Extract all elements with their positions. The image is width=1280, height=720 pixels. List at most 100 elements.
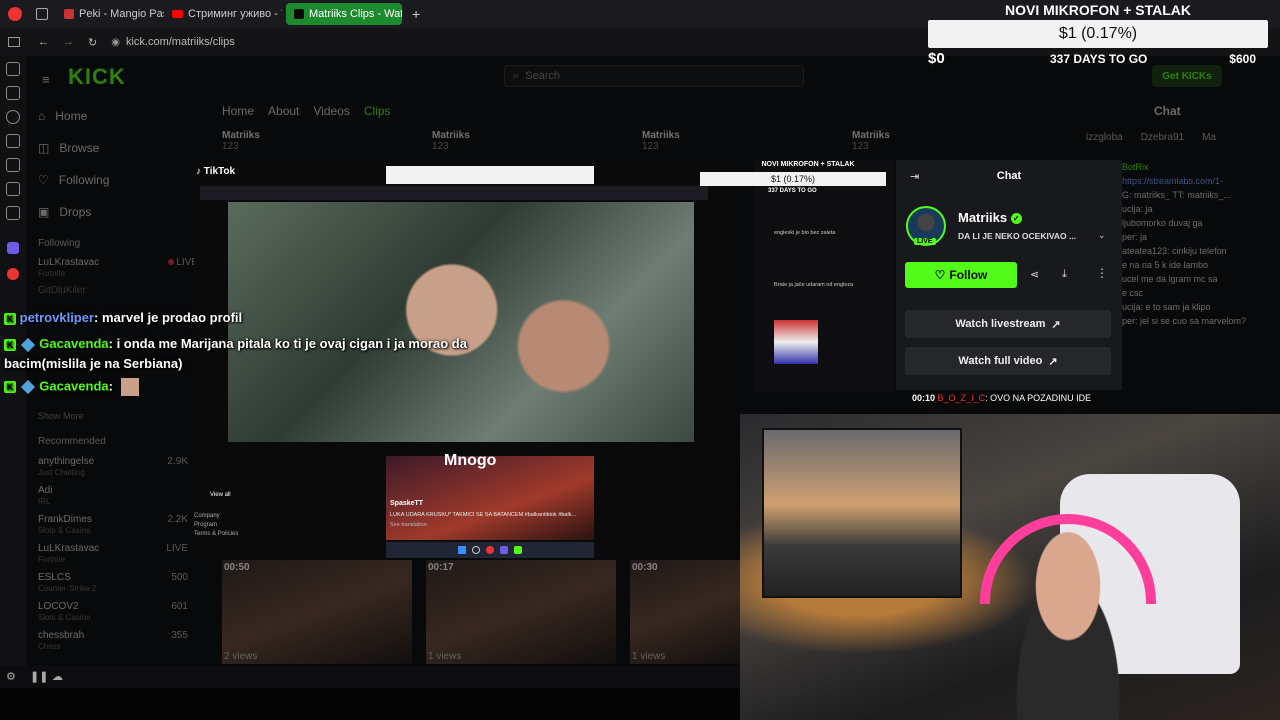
tab-clips[interactable]: Clips <box>364 104 391 118</box>
channel-name[interactable]: Matriiks ✓ <box>958 210 1022 225</box>
tab-label: Peki - Mangio Pasta feat. G <box>79 8 164 20</box>
tiktok-footer-links: Company Program Terms & Policies <box>194 513 239 537</box>
bookmarks-icon[interactable] <box>6 62 20 76</box>
share-icon[interactable]: ⋖ <box>1030 268 1039 281</box>
history-icon[interactable] <box>6 110 20 124</box>
tab-favicon-icon <box>64 9 74 19</box>
video-user: SpaskeTT <box>390 500 424 507</box>
tab-label: Стриминг уживо - YouTub <box>188 8 282 20</box>
tab-youtube[interactable]: Стриминг уживо - YouTub <box>164 3 282 25</box>
url-field[interactable]: kick.com/matriiks/clips <box>126 36 235 48</box>
clip-thumbnail[interactable]: 00:50 2 views <box>222 560 412 664</box>
tiling-icon[interactable]: ❚❚ <box>30 670 48 683</box>
nav-drops[interactable]: ▣ Drops <box>38 196 198 228</box>
stream-title: DA LI JE NEKO OCEKIVAO ... <box>958 231 1077 241</box>
tab-home[interactable]: Home <box>222 104 254 118</box>
windows-start-icon[interactable] <box>458 546 466 554</box>
overlay-chat-message: K Gacavenda: <box>4 378 304 396</box>
clip-thumbnail[interactable]: 00:30 1 views <box>630 560 740 664</box>
forward-icon[interactable]: → <box>63 36 74 48</box>
sidebar-toggle-icon[interactable] <box>8 37 20 47</box>
search-icon: ⌕ <box>513 69 520 82</box>
nav-home[interactable]: ⌂ Home <box>38 100 198 132</box>
overlay-chat-message: K petrovkliper: marvel je prodao profil <box>4 310 464 325</box>
more-options-icon[interactable]: ⋮ <box>1096 266 1108 280</box>
screen: Peki - Mangio Pasta feat. G Стриминг ужи… <box>0 0 1280 720</box>
tab-matriiks-clips[interactable]: Matriiks Clips - Watch Live <box>286 3 402 25</box>
watch-livestream-button[interactable]: Watch livestream ↗ <box>905 310 1111 338</box>
settings-icon[interactable]: ⚙ <box>6 670 16 683</box>
watch-full-video-button[interactable]: Watch full video ↗ <box>905 347 1111 375</box>
emote-image <box>120 378 139 396</box>
tab-about[interactable]: About <box>268 104 299 118</box>
tab-videos[interactable]: Videos <box>313 104 349 118</box>
mastodon-icon[interactable] <box>7 242 19 254</box>
following-item[interactable]: LuLKrastavac Fortnite LIVE <box>38 257 198 279</box>
tiktok-logo: ♪ TikTok <box>196 166 236 177</box>
taskbar-app-icon[interactable] <box>500 546 508 554</box>
gift-icon: ▣ <box>38 205 50 219</box>
live-dot-icon <box>167 259 174 265</box>
mini-goal-bar: $1 (0.17%) <box>700 172 886 186</box>
webcam-feed <box>740 414 1280 720</box>
home-icon: ⌂ <box>38 109 46 123</box>
kick-favicon-icon <box>294 9 304 19</box>
taskbar <box>386 542 594 558</box>
view-all-link[interactable]: View all <box>210 492 231 498</box>
chevron-down-icon[interactable]: ⌄ <box>1098 230 1106 241</box>
recommended-item[interactable]: ESLCS Counter-Strike 2 500 <box>38 572 188 601</box>
see-translation-link[interactable]: See translation <box>390 522 427 528</box>
recommended-item[interactable]: Adi IRL <box>38 485 188 514</box>
recommended-item[interactable]: FrankDimes Slots & Casino 2.2K <box>38 514 188 543</box>
kick-sidebar: ⌂ Home ◫ Browse ♡ Following ▣ Drops Followin… <box>38 100 198 296</box>
show-more-link[interactable]: Show More <box>38 411 84 421</box>
vivaldi-logo-icon[interactable] <box>8 7 22 21</box>
recommended-item[interactable]: LOCOV2 Slots & Casino 601 <box>38 601 188 630</box>
notes-icon[interactable] <box>6 134 20 148</box>
cloud-sync-icon[interactable]: ☁ <box>52 670 63 683</box>
tiktok-video[interactable]: Mnogo SpaskeTT LUKA UDARA KRUSKU* TAKMIC… <box>386 452 594 540</box>
nav-browse[interactable]: ◫ Browse <box>38 132 198 164</box>
nav-following[interactable]: ♡ Following <box>38 164 198 196</box>
clip-card[interactable]: Matriiks 123 <box>852 130 932 152</box>
white-overlay-bar <box>386 166 594 184</box>
monitor-image <box>762 428 962 598</box>
following-item[interactable]: GitDluKiler <box>38 285 198 296</box>
tab-stack-icon[interactable] <box>36 8 48 20</box>
channel-tabs: Home About Videos Clips <box>222 104 391 118</box>
recommended-item[interactable]: LuLKrastavac Fortnite LIVE <box>38 543 188 572</box>
subscriber-badge-icon <box>20 379 35 395</box>
clip-thumbnail[interactable]: 00:17 1 views <box>426 560 616 664</box>
clip-card[interactable]: Matriiks 123 <box>432 130 612 152</box>
goal-progress-bar: $1 (0.17%) <box>928 20 1268 48</box>
kick-logo[interactable]: KICK <box>68 64 126 90</box>
follow-button[interactable]: ♡ Follow <box>905 262 1017 288</box>
reading-list-icon[interactable] <box>6 182 20 196</box>
clip-card[interactable]: Matriiks 123 <box>222 130 402 152</box>
calendar-icon[interactable] <box>6 206 20 220</box>
video-caption: LUKA UDARA KRUSKU* TAKMICI SE SA BATANCE… <box>390 512 577 518</box>
search-input[interactable]: ⌕ Search <box>504 65 804 87</box>
back-icon[interactable]: ← <box>38 36 49 48</box>
recommended-item[interactable]: chessbrah Chess 355 <box>38 630 188 659</box>
translate-icon[interactable] <box>6 158 20 172</box>
taskbar-app-icon[interactable] <box>514 546 522 554</box>
reload-icon[interactable]: ↻ <box>88 36 97 49</box>
downloads-icon[interactable] <box>6 86 20 100</box>
menu-icon[interactable]: ≡ <box>42 72 50 87</box>
clip-card[interactable]: Matriiks 123 <box>642 130 822 152</box>
recommended-list: anythingelse Just Chatting 2.9K Adi IRL Fra… <box>38 456 188 659</box>
tab-mangio-pasta[interactable]: Peki - Mangio Pasta feat. G <box>56 3 164 25</box>
clip-download-icon[interactable]: ⤓ <box>1062 268 1067 281</box>
vivaldi-social-icon[interactable] <box>7 268 19 280</box>
channel-panel: ⇥ Chat LIVE Matriiks ✓ DA LI JE NEKO OCE… <box>896 160 1122 390</box>
kick-badge-icon: K <box>4 312 16 325</box>
taskbar-search-icon[interactable] <box>472 546 480 554</box>
taskbar-app-icon[interactable] <box>486 546 494 554</box>
new-tab-button[interactable]: + <box>412 6 420 22</box>
live-badge: LIVE <box>914 238 936 245</box>
kick-chat-header: Chat <box>1154 104 1181 118</box>
clip-caption: 00:10 B_O_Z_I_C: OVO NA POZADINU IDE <box>912 393 1092 403</box>
recommended-item[interactable]: anythingelse Just Chatting 2.9K <box>38 456 188 485</box>
site-info-icon[interactable]: ◉ <box>111 37 120 48</box>
